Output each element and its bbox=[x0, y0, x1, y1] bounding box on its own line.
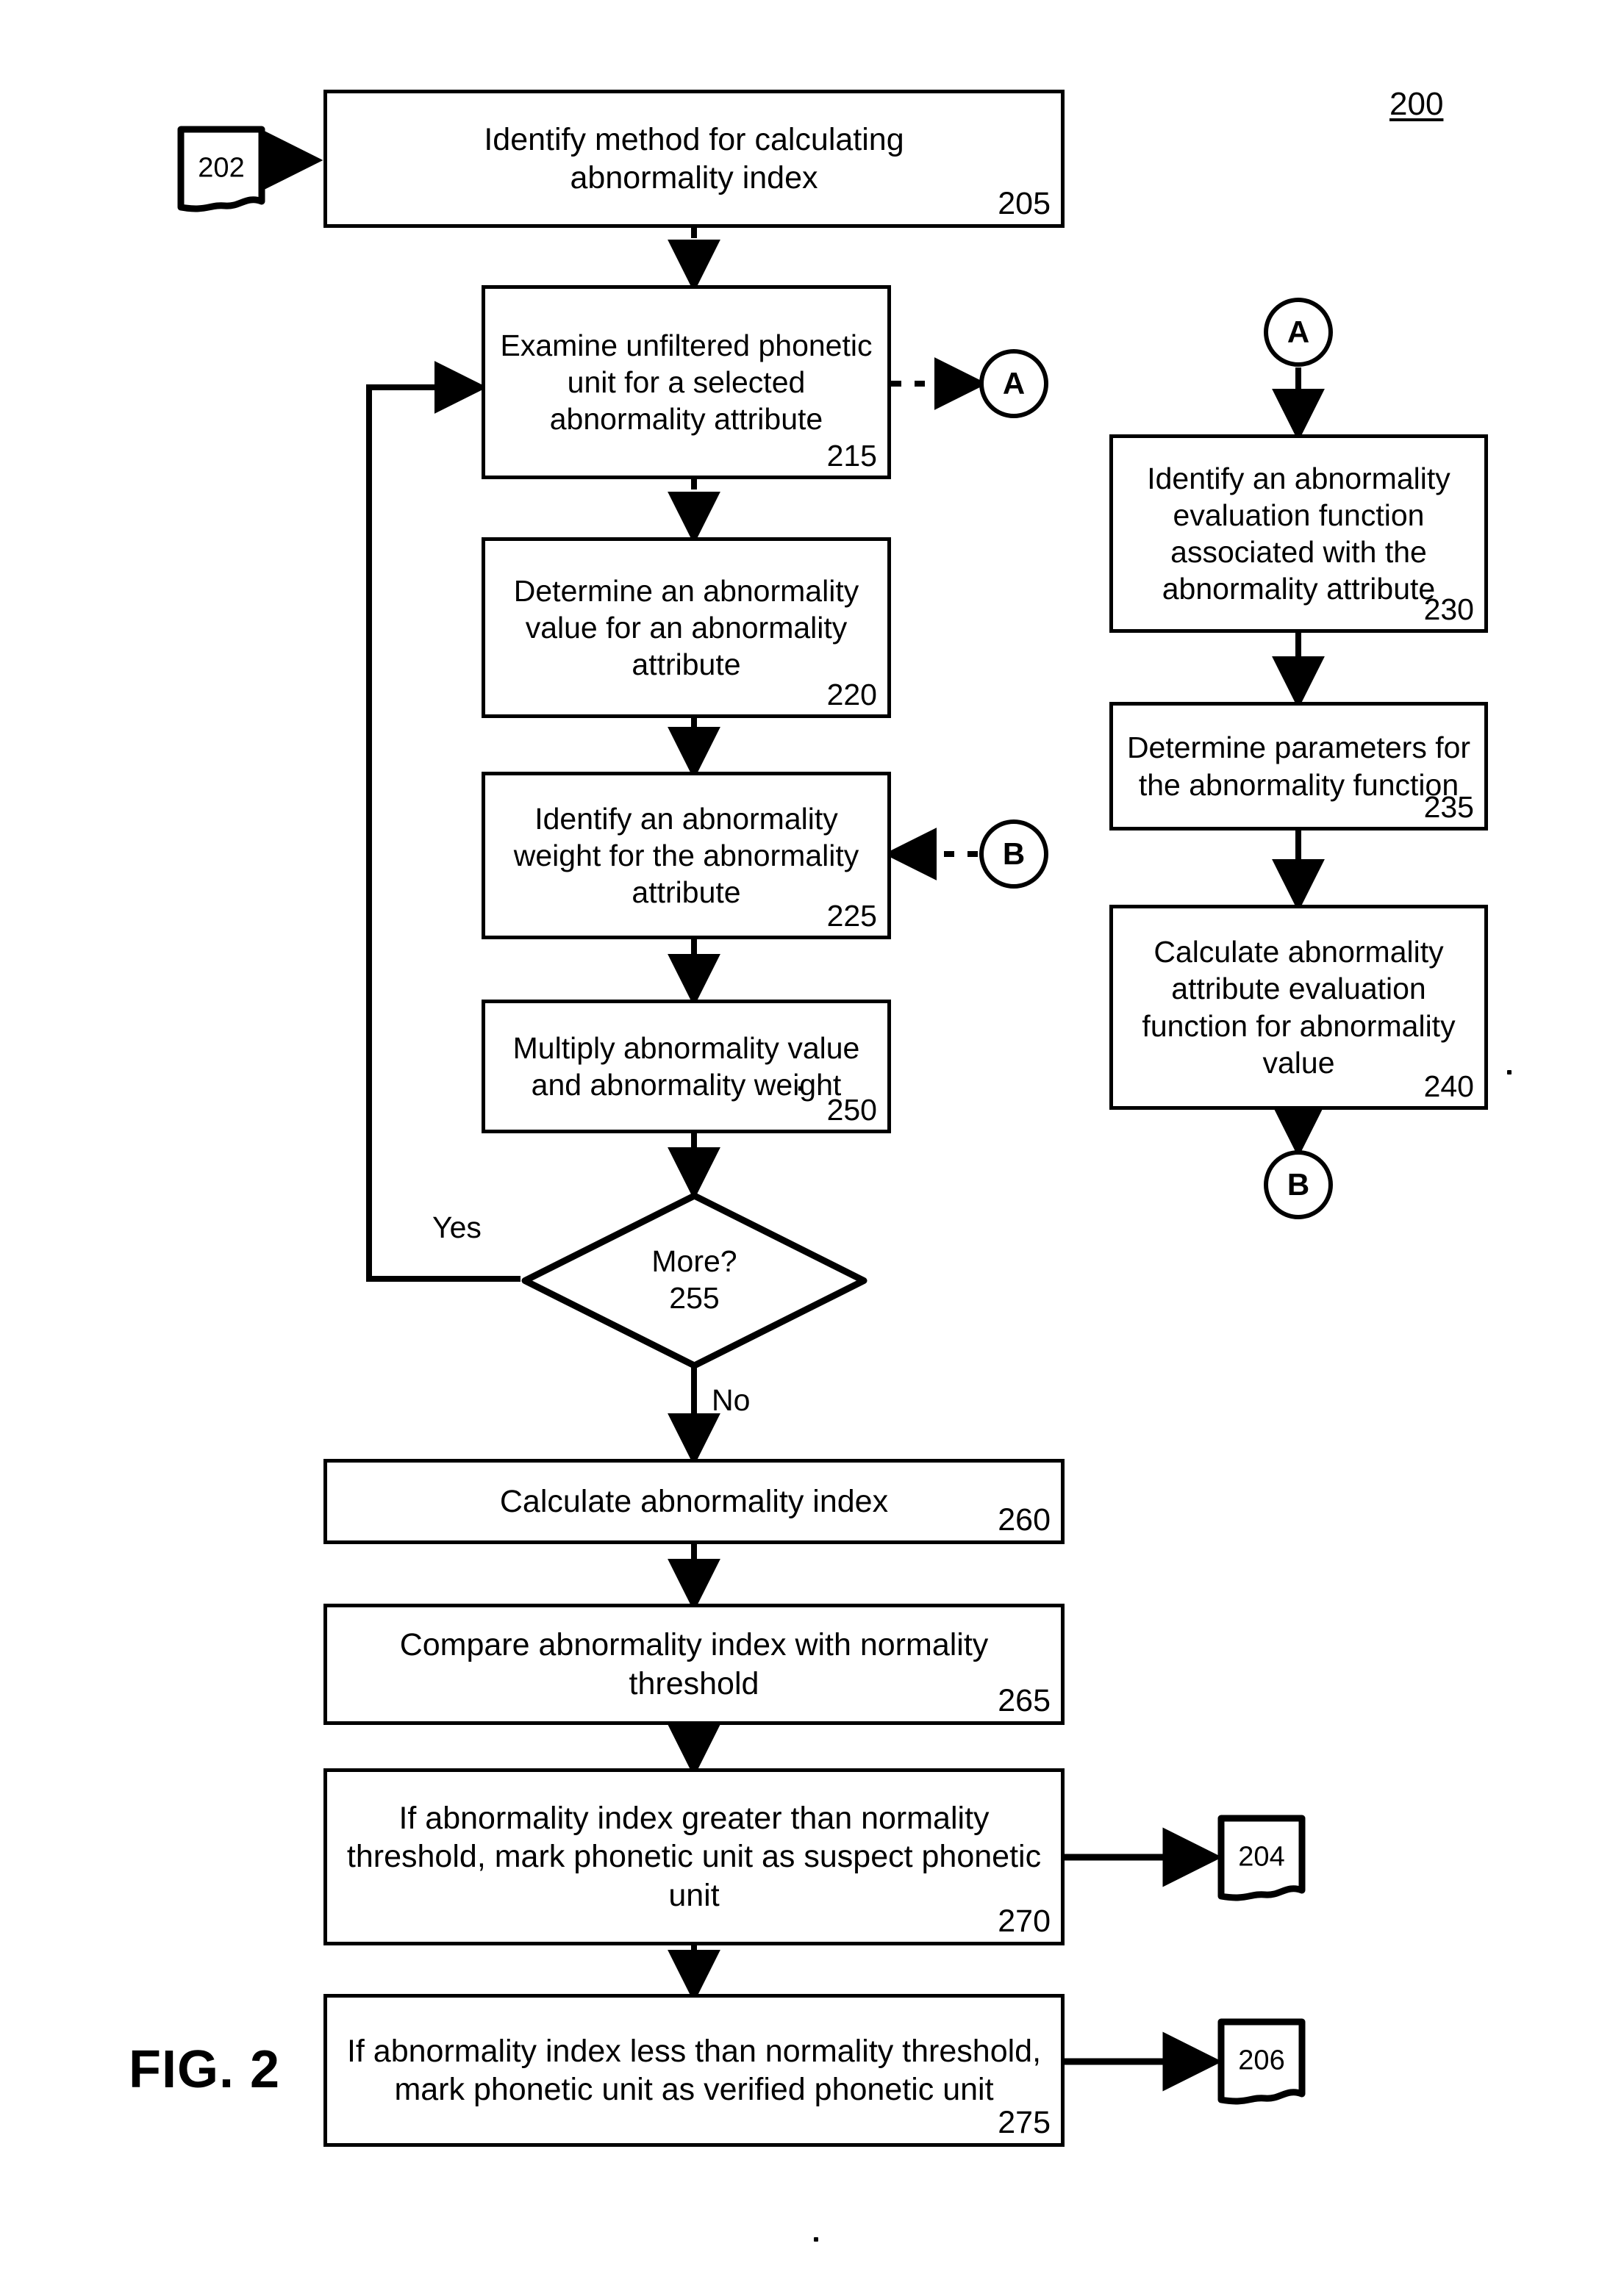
process-box-270-text: If abnormality index greater than normal… bbox=[346, 1800, 1042, 1913]
connector-a-in: A bbox=[1264, 298, 1333, 367]
process-box-235-number: 235 bbox=[1423, 790, 1474, 824]
connector-a-out-letter: A bbox=[1002, 366, 1026, 401]
process-box-265-number: 265 bbox=[998, 1683, 1051, 1718]
process-box-225: Identify an abnormality weight for the a… bbox=[482, 772, 891, 939]
process-box-260-number: 260 bbox=[998, 1502, 1051, 1538]
figure-label: FIG. 2 bbox=[129, 2040, 281, 2099]
process-box-275-number: 275 bbox=[998, 2105, 1051, 2140]
connector-b-in: B bbox=[979, 819, 1048, 889]
process-box-225-number: 225 bbox=[826, 899, 877, 933]
decision-diamond-255: More? 255 bbox=[520, 1191, 869, 1371]
process-box-205: Identify method for calculating abnormal… bbox=[323, 90, 1065, 228]
process-box-225-text: Identify an abnormality weight for the a… bbox=[513, 801, 859, 909]
process-box-260: Calculate abnormality index 260 bbox=[323, 1459, 1065, 1544]
terminal-206-number: 206 bbox=[1238, 2044, 1285, 2076]
process-box-260-text: Calculate abnormality index bbox=[499, 1483, 889, 1519]
process-box-250-text: Multiply abnormality value and abnormali… bbox=[512, 1030, 860, 1102]
process-box-240-text: Calculate abnormality attribute evaluati… bbox=[1142, 935, 1456, 1080]
decision-diamond-255-text: More? 255 bbox=[651, 1244, 737, 1315]
process-box-215-text: Examine unfiltered phonetic unit for a s… bbox=[500, 328, 873, 436]
terminal-202: 202 bbox=[176, 125, 266, 217]
scan-speck bbox=[814, 2237, 818, 2242]
terminal-206: 206 bbox=[1217, 2017, 1306, 2109]
connector-b-out-letter: B bbox=[1287, 1167, 1310, 1202]
patent-figure-canvas: 202 204 206 Identify method for calculat… bbox=[0, 0, 1599, 2296]
process-box-235: Determine parameters for the abnormality… bbox=[1109, 702, 1488, 830]
connector-b-out: B bbox=[1264, 1150, 1333, 1219]
process-box-275-text: If abnormality index less than normality… bbox=[346, 2033, 1042, 2107]
connector-a-out: A bbox=[979, 349, 1048, 418]
process-box-250: Multiply abnormality value and abnormali… bbox=[482, 1000, 891, 1133]
scan-speck bbox=[1507, 1070, 1512, 1075]
connector-a-in-letter: A bbox=[1287, 315, 1310, 349]
process-box-215: Examine unfiltered phonetic unit for a s… bbox=[482, 285, 891, 479]
terminal-204-number: 204 bbox=[1238, 1840, 1285, 1872]
process-box-275: If abnormality index less than normality… bbox=[323, 1994, 1065, 2147]
scan-speck bbox=[798, 1086, 803, 1091]
process-box-205-text: Identify method for calculating abnormal… bbox=[484, 121, 904, 195]
decision-no-label: No bbox=[712, 1383, 751, 1417]
process-box-270: If abnormality index greater than normal… bbox=[323, 1768, 1065, 1945]
terminal-204: 204 bbox=[1217, 1814, 1306, 1906]
process-box-240-number: 240 bbox=[1423, 1069, 1474, 1103]
process-box-240: Calculate abnormality attribute evaluati… bbox=[1109, 905, 1488, 1110]
process-box-230: Identify an abnormality evaluation funct… bbox=[1109, 434, 1488, 633]
process-box-220: Determine an abnormality value for an ab… bbox=[482, 537, 891, 718]
process-box-230-text: Identify an abnormality evaluation funct… bbox=[1147, 461, 1450, 606]
process-box-215-number: 215 bbox=[826, 439, 877, 473]
process-box-265-text: Compare abnormality index with normality… bbox=[399, 1627, 989, 1701]
process-box-220-text: Determine an abnormality value for an ab… bbox=[513, 573, 859, 681]
terminal-202-number: 202 bbox=[198, 151, 245, 183]
process-box-250-number: 250 bbox=[826, 1093, 877, 1127]
process-box-230-number: 230 bbox=[1423, 592, 1474, 626]
process-box-270-number: 270 bbox=[998, 1904, 1051, 1939]
figure-number: 200 bbox=[1389, 86, 1444, 122]
decision-yes-label: Yes bbox=[432, 1210, 482, 1244]
process-box-220-number: 220 bbox=[826, 678, 877, 711]
process-box-265: Compare abnormality index with normality… bbox=[323, 1604, 1065, 1725]
connector-b-in-letter: B bbox=[1002, 836, 1026, 871]
process-box-205-number: 205 bbox=[998, 186, 1051, 221]
